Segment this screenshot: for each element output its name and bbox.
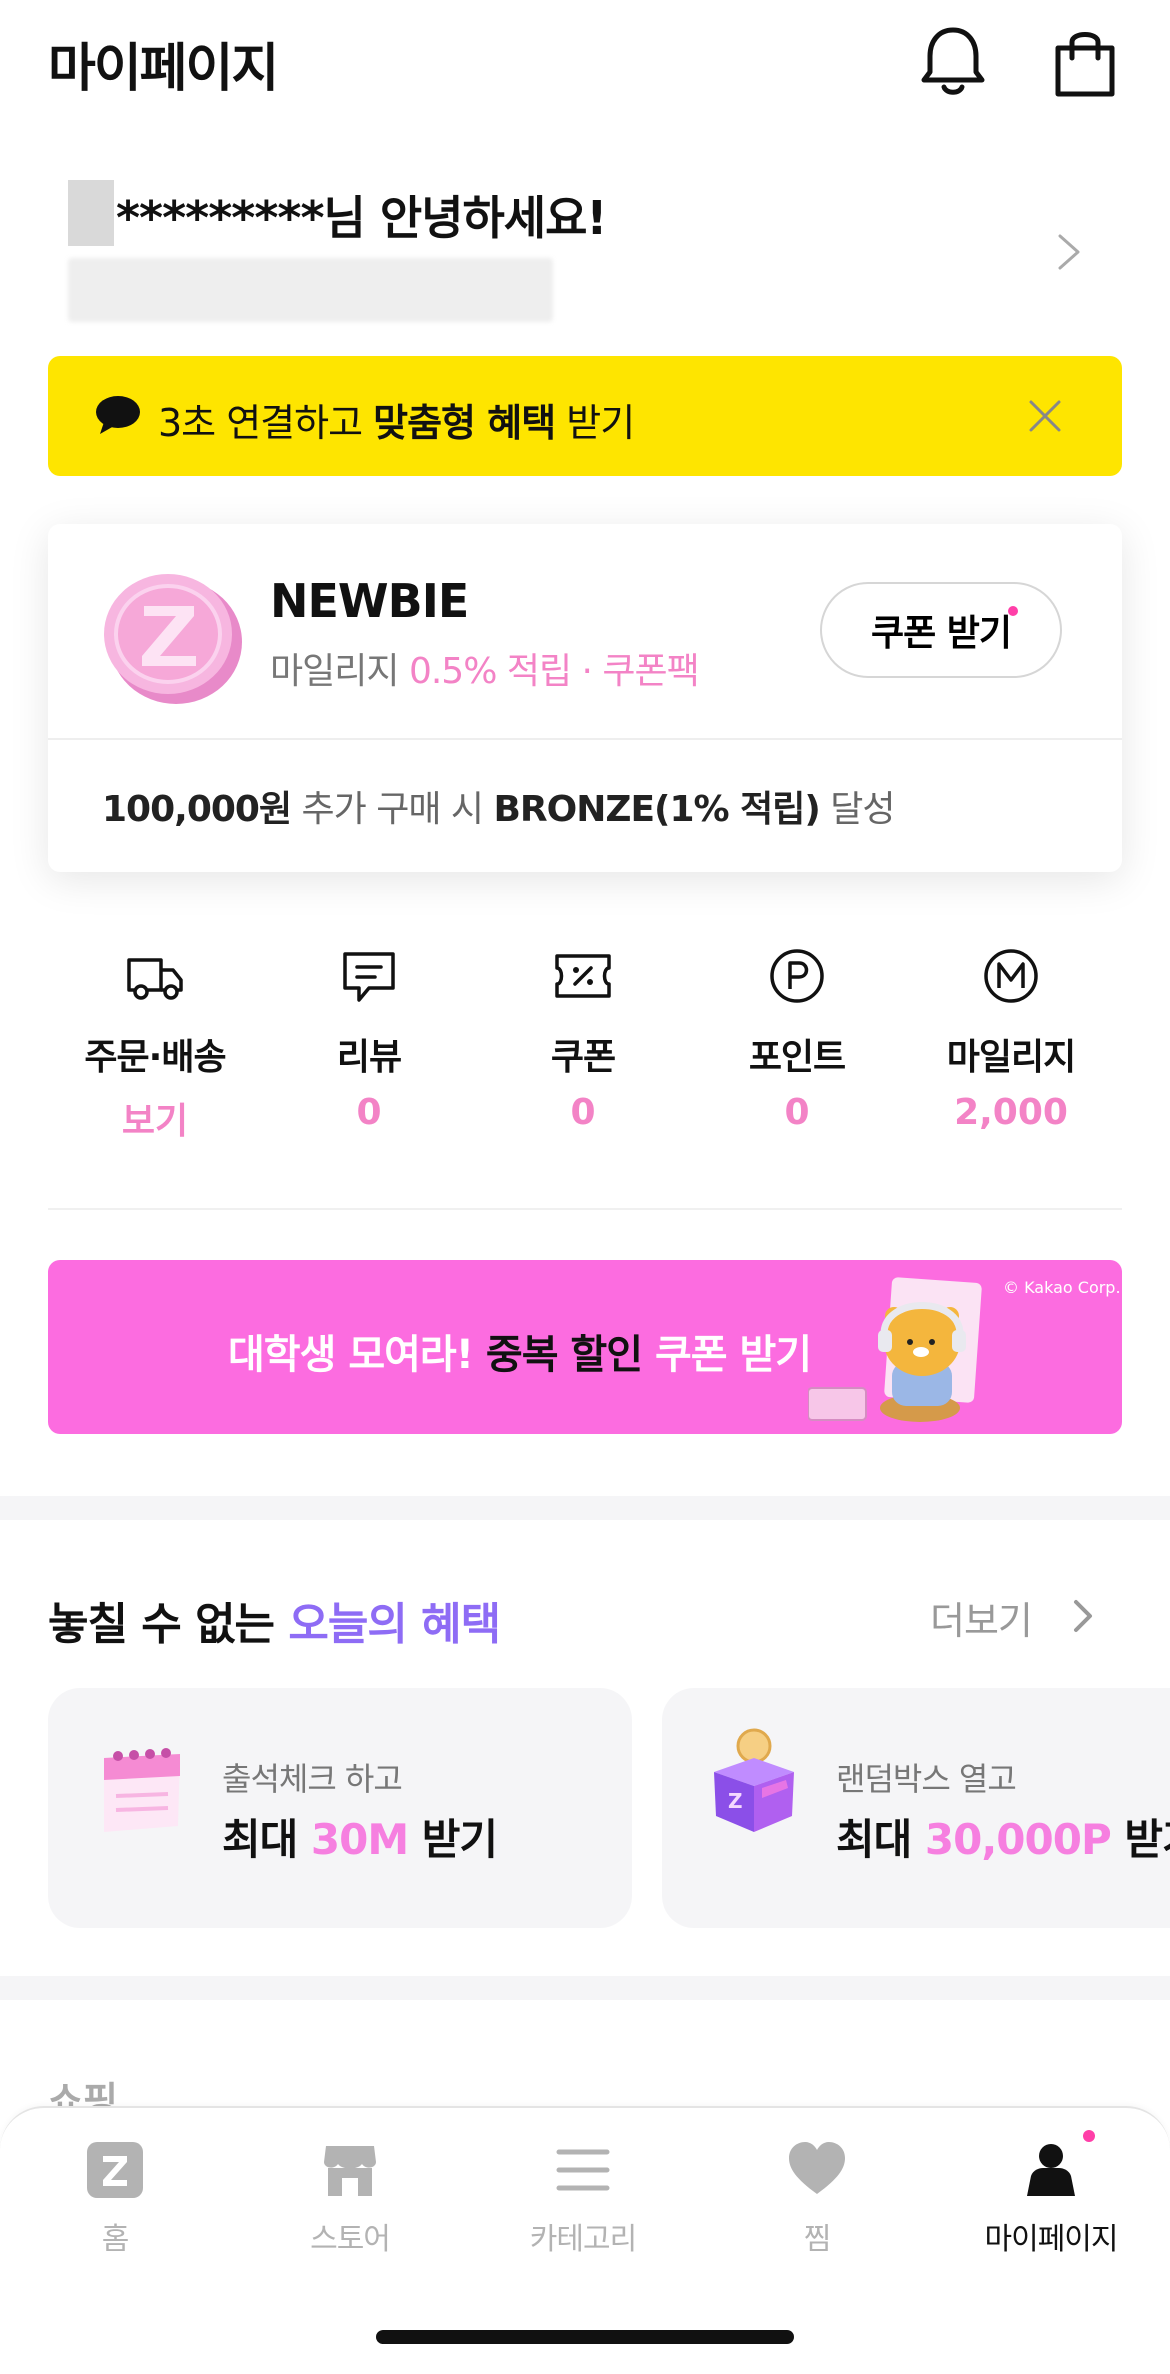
close-icon[interactable] <box>1023 394 1067 438</box>
section-gap <box>0 1976 1170 2000</box>
benefit-card-subtitle: 랜덤박스 열고 <box>836 1760 1017 1798</box>
review-icon <box>343 952 395 1002</box>
top-header: 마이페이지 <box>0 0 1170 120</box>
svg-text:Z: Z <box>728 1789 743 1813</box>
tab-wishlist[interactable]: 찜 <box>742 2140 892 2258</box>
shopping-bag-icon[interactable] <box>1050 24 1120 100</box>
bell-icon[interactable] <box>918 24 988 100</box>
coupon-icon <box>555 954 611 998</box>
promo-banner-text: 대학생 모여라! 중복 할인 쿠폰 받기 <box>228 1332 812 1378</box>
divider <box>48 738 1122 740</box>
benefits-title: 놓칠 수 없는 오늘의 혜택 <box>48 1599 501 1650</box>
benefit-card-subtitle: 출석체크 하고 <box>222 1760 403 1798</box>
notification-dot <box>1083 2130 1095 2142</box>
benefit-card-title: 최대 30,000P 받기 <box>836 1815 1170 1864</box>
more-link[interactable]: 더보기 <box>930 1590 1033 1645</box>
grade-coin-icon <box>104 574 242 704</box>
grade-description: 마일리지 0.5% 적립 · 쿠폰팩 <box>270 651 700 692</box>
next-grade-info: 100,000원 추가 구매 시 BRONZE(1% 적립) 달성 <box>102 789 896 830</box>
calendar-icon <box>104 1748 180 1832</box>
chevron-right-icon[interactable] <box>1048 230 1088 274</box>
tab-store[interactable]: 스토어 <box>275 2140 425 2258</box>
notification-dot <box>1008 606 1018 616</box>
point-icon <box>770 949 824 1003</box>
mileage-icon <box>984 949 1038 1003</box>
grade-name: NEWBIE <box>270 574 469 628</box>
quick-menu-point[interactable]: 포인트 0 <box>690 946 904 1146</box>
divider <box>48 1208 1122 1210</box>
benefit-card-attendance[interactable]: 출석체크 하고 최대 30M 받기 <box>48 1688 632 1928</box>
masked-avatar <box>68 180 114 246</box>
copyright-text: © Kakao Corp. <box>1003 1278 1121 1297</box>
benefit-card-random-box[interactable]: Z 랜덤박스 열고 최대 30,000P 받기 <box>662 1688 1170 1928</box>
kakao-banner-text: 3초 연결하고 맞춤형 혜택 받기 <box>158 401 635 445</box>
store-icon <box>324 2146 376 2196</box>
gift-box-icon: Z <box>714 1728 794 1832</box>
chevron-right-icon[interactable] <box>1068 1594 1098 1638</box>
student-promo-banner[interactable]: 대학생 모여라! 중복 할인 쿠폰 받기 © Kakao Corp. <box>48 1260 1122 1434</box>
tab-home[interactable]: 홈 <box>40 2140 190 2258</box>
blurred-account-info <box>68 258 553 322</box>
quick-menu-mileage[interactable]: 마일리지 2,000 <box>904 946 1118 1146</box>
heart-icon <box>789 2142 845 2194</box>
chat-bubble-icon <box>96 396 140 434</box>
kakao-connect-banner[interactable]: 3초 연결하고 맞춤형 혜택 받기 <box>48 356 1122 476</box>
membership-grade-card: NEWBIE 마일리지 0.5% 적립 · 쿠폰팩 쿠폰 받기 100,000원… <box>48 524 1122 872</box>
menu-icon <box>556 2149 610 2191</box>
tab-category[interactable]: 카테고리 <box>508 2140 658 2258</box>
get-coupon-button[interactable]: 쿠폰 받기 <box>820 582 1062 678</box>
section-gap <box>0 1496 1170 1520</box>
quick-menu: 주문·배송 보기 리뷰 0 쿠폰 0 포인트 0 마일리지 2,000 <box>48 946 1122 1146</box>
home-z-icon <box>87 2142 143 2198</box>
quick-menu-orders[interactable]: 주문·배송 보기 <box>48 946 262 1146</box>
home-indicator <box>376 2330 794 2344</box>
ryan-character-icon <box>808 1277 982 1422</box>
quick-menu-coupon[interactable]: 쿠폰 0 <box>476 946 690 1146</box>
benefit-card-title: 최대 30M 받기 <box>222 1815 498 1864</box>
greeting-text[interactable]: *********님 안녕하세요! <box>68 180 607 248</box>
quick-menu-review[interactable]: 리뷰 0 <box>262 946 476 1146</box>
truck-icon <box>127 958 183 1000</box>
tab-mypage[interactable]: 마이페이지 <box>966 2140 1136 2258</box>
person-icon <box>1027 2144 1075 2196</box>
page-title: 마이페이지 <box>48 39 279 99</box>
